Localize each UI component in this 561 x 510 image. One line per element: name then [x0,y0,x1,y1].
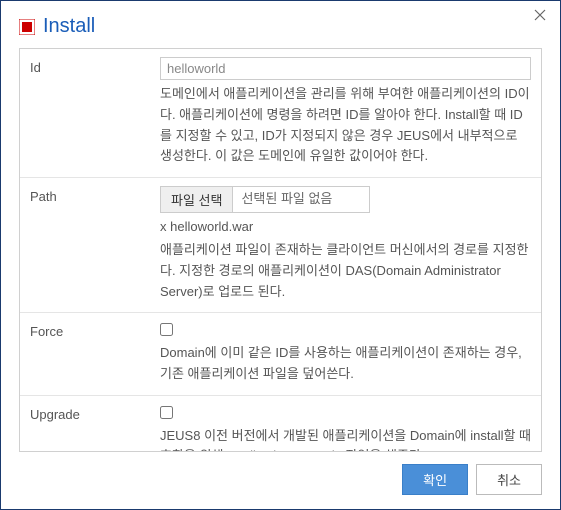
cancel-button[interactable]: 취소 [476,464,542,495]
id-description: 도메인에서 애플리케이션을 관리를 위해 부여한 애플리케이션의 ID이다. 애… [160,84,531,167]
path-value-area: 파일 선택 선택된 파일 없음 x helloworld.war 애플리케이션 … [160,186,531,302]
file-status-text: 선택된 파일 없음 [233,189,340,210]
id-label: Id [30,57,160,167]
path-label: Path [30,186,160,302]
force-value-area: Domain에 이미 같은 ID를 사용하는 애플리케이션이 존재하는 경우, … [160,321,531,384]
dialog-header: Install [1,1,560,48]
file-chooser: 파일 선택 선택된 파일 없음 [160,186,370,213]
close-icon [534,8,546,26]
dialog-footer: 확인 취소 [1,452,560,509]
field-id: Id 도메인에서 애플리케이션을 관리를 위해 부여한 애플리케이션의 ID이다… [20,49,541,177]
force-label: Force [30,321,160,384]
upgrade-checkbox[interactable] [160,406,173,419]
force-checkbox[interactable] [160,323,173,336]
upgrade-value-area: JEUS8 이전 버전에서 개발된 애플리케이션을 Domain에 instal… [160,404,531,452]
close-button[interactable] [530,7,550,27]
install-icon [19,19,35,35]
upgrade-description: JEUS8 이전 버전에서 개발된 애플리케이션을 Domain에 instal… [160,426,531,452]
dialog-title: Install [43,15,95,38]
path-description: 애플리케이션 파일이 존재하는 클라이언트 머신에서의 경로를 지정한다. 지정… [160,240,531,302]
field-path: Path 파일 선택 선택된 파일 없음 x helloworld.war 애플… [20,177,541,312]
dialog-content: Id 도메인에서 애플리케이션을 관리를 위해 부여한 애플리케이션의 ID이다… [19,48,542,452]
force-description: Domain에 이미 같은 ID를 사용하는 애플리케이션이 존재하는 경우, … [160,343,531,385]
id-input[interactable] [160,57,531,80]
ok-button[interactable]: 확인 [402,464,468,495]
field-force: Force Domain에 이미 같은 ID를 사용하는 애플리케이션이 존재하… [20,312,541,394]
file-select-button[interactable]: 파일 선택 [161,187,233,212]
selected-file-text: x helloworld.war [160,217,531,238]
upgrade-label: Upgrade [30,404,160,452]
id-value-area: 도메인에서 애플리케이션을 관리를 위해 부여한 애플리케이션의 ID이다. 애… [160,57,531,167]
install-dialog: Install Id 도메인에서 애플리케이션을 관리를 위해 부여한 애플리케… [0,0,561,510]
field-upgrade: Upgrade JEUS8 이전 버전에서 개발된 애플리케이션을 Domain… [20,395,541,452]
